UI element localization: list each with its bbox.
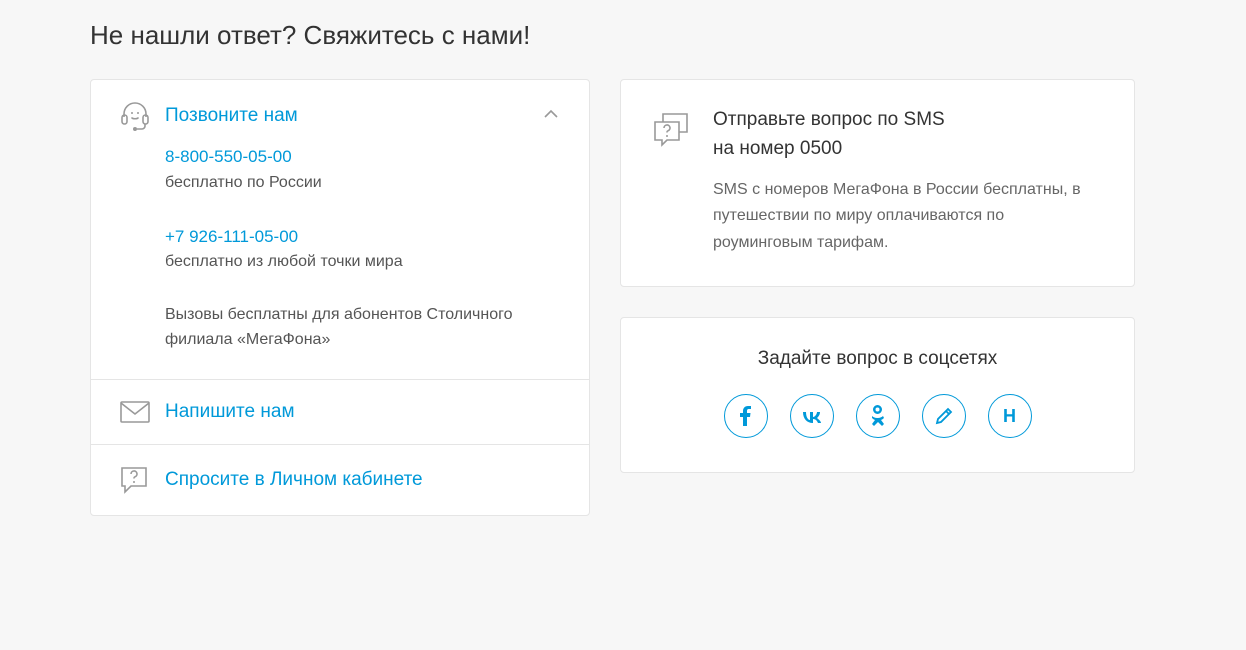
social-card: Задайте вопрос в соцсетях H — [620, 317, 1135, 473]
page-heading: Не нашли ответ? Свяжитесь с нами! — [90, 20, 1156, 51]
vk-icon[interactable] — [790, 394, 834, 438]
accordion-item-ask: Спросите в Личном кабинете — [91, 445, 589, 515]
habr-icon[interactable]: H — [988, 394, 1032, 438]
accordion-item-write: Напишите нам — [91, 380, 589, 445]
accordion-body-call: 8-800-550-05-00 бесплатно по России +7 9… — [91, 144, 589, 379]
contact-accordion: Позвоните нам 8-800-550-05-00 бесплатно … — [90, 79, 590, 516]
social-title: Задайте вопрос в соцсетях — [651, 348, 1104, 370]
chat-question-icon — [119, 465, 165, 495]
phone-desc-russia: бесплатно по России — [165, 171, 561, 196]
chevron-up-icon — [541, 104, 561, 129]
phone-link-world[interactable]: +7 926-111-05-00 — [165, 227, 298, 246]
accordion-header-ask[interactable]: Спросите в Личном кабинете — [91, 445, 589, 515]
ok-icon[interactable] — [856, 394, 900, 438]
phone-link-russia[interactable]: 8-800-550-05-00 — [165, 147, 292, 166]
social-icons-row: H — [651, 394, 1104, 438]
accordion-title-call: Позвоните нам — [165, 105, 541, 127]
phone-desc-world: бесплатно из любой точки мира — [165, 250, 561, 275]
sms-card: Отправьте вопрос по SMS на номер 0500 SM… — [620, 79, 1135, 287]
accordion-header-call[interactable]: Позвоните нам — [91, 80, 589, 144]
accordion-title-ask: Спросите в Личном кабинете — [165, 469, 561, 491]
sms-title: Отправьте вопрос по SMS на номер 0500 — [713, 106, 1104, 163]
headset-icon — [119, 100, 165, 132]
accordion-title-write: Напишите нам — [165, 401, 561, 423]
call-note: Вызовы бесплатны для абонентов Столичног… — [165, 303, 561, 353]
envelope-icon — [119, 400, 165, 424]
accordion-item-call: Позвоните нам 8-800-550-05-00 бесплатно … — [91, 80, 589, 380]
accordion-header-write[interactable]: Напишите нам — [91, 380, 589, 444]
sms-description: SMS с номеров МегаФона в России бесплатн… — [713, 177, 1104, 256]
chat-stack-icon — [651, 106, 693, 155]
pencil-icon[interactable] — [922, 394, 966, 438]
facebook-icon[interactable] — [724, 394, 768, 438]
